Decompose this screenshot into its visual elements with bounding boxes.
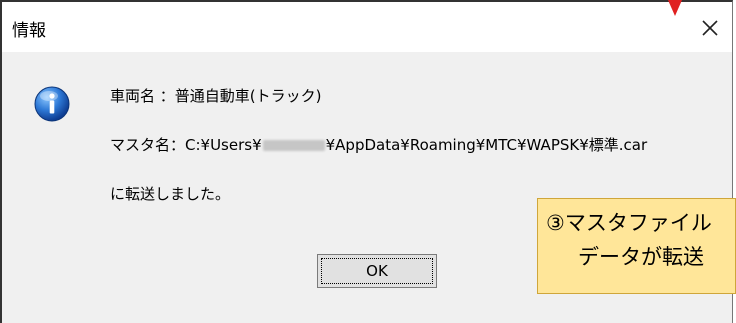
annotation-arrow xyxy=(668,0,682,16)
master-path-prefix: マスタ名：C:¥Users¥ xyxy=(110,136,262,154)
close-icon[interactable] xyxy=(696,14,724,42)
title-bar: 情報 xyxy=(2,2,732,52)
ok-button[interactable]: OK xyxy=(317,254,437,288)
redacted-username xyxy=(262,140,325,151)
dialog-title: 情報 xyxy=(12,21,46,41)
ok-button-label: OK xyxy=(321,258,433,284)
callout-line-1: ③マスタファイル xyxy=(546,211,712,235)
master-path-text: マスタ名：C:¥Users¥ ¥AppData¥Roaming¥MTC¥WAPSK… xyxy=(110,134,647,155)
master-path-suffix: ¥AppData¥Roaming¥MTC¥WAPSK¥標準.car xyxy=(325,136,648,154)
transfer-complete-text: に転送しました。 xyxy=(110,185,231,203)
annotation-callout: ③マスタファイル データが転送 xyxy=(537,198,736,294)
vehicle-name-text: 車両名 ：普通自動車(トラック) xyxy=(110,87,322,105)
information-icon xyxy=(34,86,70,122)
callout-line-2: データが転送 xyxy=(578,245,704,269)
